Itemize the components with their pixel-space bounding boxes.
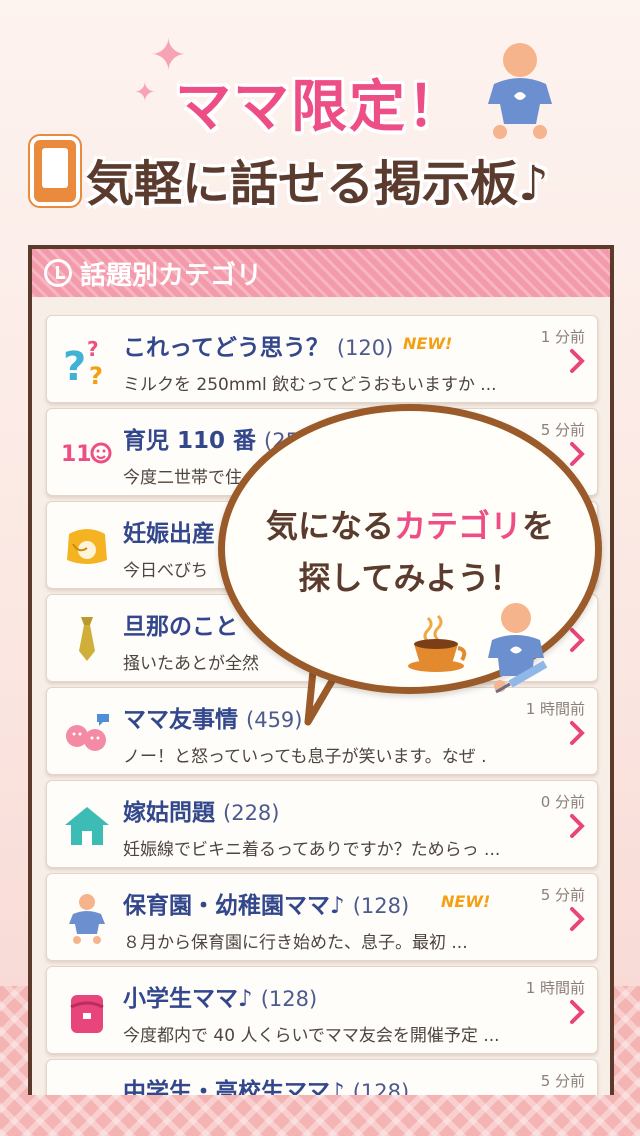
category-title: 嫁姑問題 (228) (123, 800, 280, 826)
school-bag-icon (61, 985, 113, 1037)
house-icon (61, 799, 113, 851)
category-time: 1 時間前 (525, 700, 585, 718)
category-snippet: 妊娠線でビキニ着るってありですか？ためらっ ... (123, 840, 501, 860)
category-row[interactable]: 嫁姑問題 (228) 0 分前 妊娠線でビキニ着るってありですか？ためらっ ..… (46, 780, 598, 868)
category-snippet: ミルクを 250mml 飲むってどうおもいますか ... (123, 375, 497, 395)
category-title: 小学生ママ♪ (128) (123, 986, 318, 1012)
baby-icon (488, 43, 552, 139)
baby-with-syringe-icon (488, 603, 548, 694)
bubble-message: 気になるカテゴリを 探してみよう！ (250, 500, 570, 604)
category-row[interactable]: 小学生ママ♪ (128) 1 時間前 今度都内で 40 人くらいでママ友会を開催… (46, 966, 598, 1054)
category-time: 1 時間前 (525, 979, 585, 997)
category-snippet: ノー！と怒っていっても息子が笑います。なぜ . (123, 747, 487, 767)
category-row[interactable]: ??? これってどう思う？ (120) NEW! 1 分前 ミルクを 250mm… (46, 315, 598, 403)
panel-title: 話題別カテゴリ (80, 260, 263, 291)
category-title: 中学生・高校生ママ♪ (128) (123, 1079, 410, 1095)
necktie-icon (61, 613, 113, 665)
promo-subline: 気軽に話せる掲示板♪ (86, 156, 549, 212)
chevron-right-icon (570, 907, 585, 931)
clock-icon (44, 259, 72, 287)
baby-icon (61, 892, 113, 944)
category-time: 5 分前 (540, 886, 585, 904)
category-title: これってどう思う？ (120) (123, 335, 394, 361)
panel-header: 話題別カテゴリ (32, 249, 610, 297)
category-time: 0 分前 (540, 793, 585, 811)
category-title: 保育園・幼稚園ママ♪ (128) (123, 893, 410, 919)
chevron-right-icon (570, 1000, 585, 1024)
chevron-right-icon (570, 814, 585, 838)
svg-text:11: 11 (61, 442, 92, 467)
chevron-right-icon (570, 442, 585, 466)
chevron-right-icon (570, 628, 585, 652)
chat-faces-icon (61, 706, 113, 758)
coffee-cup-icon (408, 614, 467, 672)
uniform-icon (61, 1078, 113, 1095)
emergency-110-icon: 11 (61, 427, 113, 479)
bubble-line-1: 気になるカテゴリを (265, 507, 555, 545)
category-title: 妊娠出産 (123, 521, 215, 547)
bubble-line-2: 探してみよう！ (298, 559, 522, 597)
new-badge: NEW! (441, 892, 491, 911)
category-title: ママ友事情 (459) (123, 707, 303, 733)
category-title: 旦那のこと (123, 614, 238, 640)
category-snippet: 今度都内で 40 人くらいでママ友会を開催予定 ... (123, 1026, 500, 1046)
category-row[interactable]: 中学生・高校生ママ♪ (128) 5 分前 (46, 1059, 598, 1095)
category-time: 1 分前 (540, 328, 585, 346)
svg-text:?: ? (87, 337, 99, 361)
bubble-highlight: カテゴリ (393, 507, 522, 545)
pregnant-belly-icon (61, 520, 113, 572)
category-time: 5 分前 (540, 1072, 585, 1090)
smartphone-icon (30, 136, 80, 206)
bubble-tail-cover (296, 632, 366, 652)
chevron-right-icon (570, 349, 585, 373)
new-badge: NEW! (403, 334, 453, 353)
category-snippet: ８月から保育園に行き始めた、息子。最初 ... (123, 933, 468, 953)
question-marks-icon: ??? (61, 334, 113, 386)
svg-text:?: ? (89, 362, 103, 386)
chevron-right-icon (570, 721, 585, 745)
svg-text:?: ? (63, 344, 86, 386)
category-time: 5 分前 (540, 421, 585, 439)
category-row[interactable]: 保育園・幼稚園ママ♪ (128) NEW! 5 分前 ８月から保育園に行き始めた… (46, 873, 598, 961)
